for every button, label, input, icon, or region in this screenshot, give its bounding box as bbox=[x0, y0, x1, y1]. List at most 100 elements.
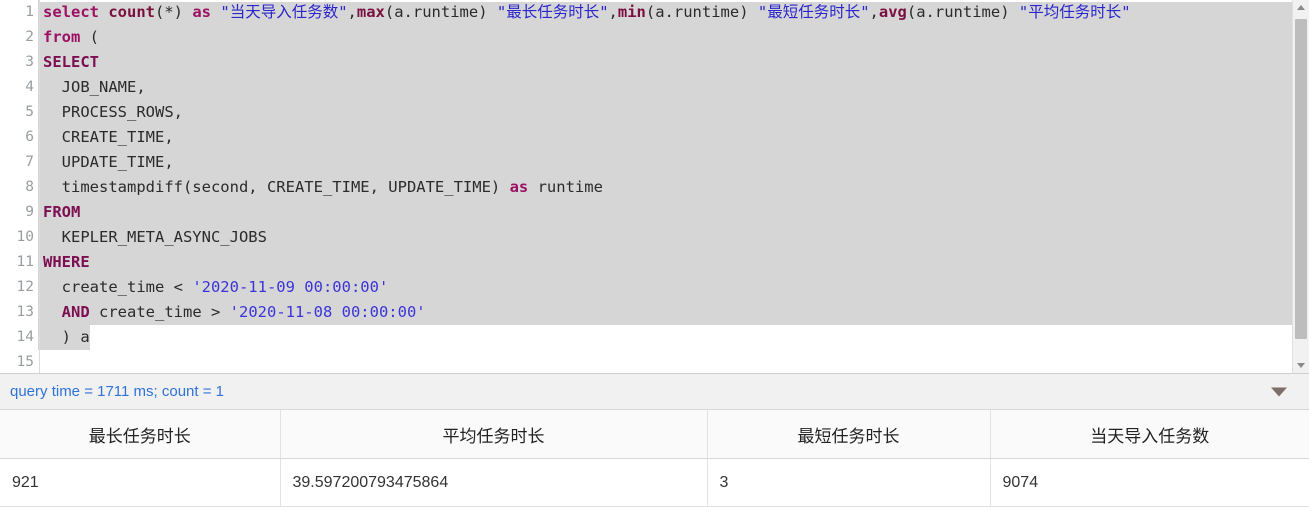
code-line-text[interactable]: WHERE bbox=[38, 250, 1309, 275]
code-token: FROM bbox=[43, 203, 81, 221]
code-token: JOB_NAME, bbox=[43, 78, 146, 96]
code-token: count bbox=[108, 3, 156, 21]
line-number: 15 bbox=[16, 354, 34, 370]
code-line[interactable]: 2 from ( bbox=[0, 25, 1309, 50]
code-token: max bbox=[356, 3, 385, 21]
code-token: '2020-11-09 00:00:00' bbox=[192, 278, 389, 296]
code-line[interactable]: 7 UPDATE_TIME, bbox=[0, 150, 1309, 175]
code-line-text[interactable]: UPDATE_TIME, bbox=[38, 150, 1309, 175]
editor-vertical-scrollbar[interactable] bbox=[1292, 0, 1309, 373]
code-line-text[interactable] bbox=[38, 350, 52, 373]
result-table-body: 921 39.597200793475864 3 9074 bbox=[0, 458, 1309, 507]
code-line-text[interactable]: KEPLER_META_ASYNC_JOBS bbox=[38, 225, 1309, 250]
code-line-text[interactable]: timestampdiff(second, CREATE_TIME, UPDAT… bbox=[38, 175, 1309, 200]
scroll-down-arrow-icon[interactable] bbox=[1293, 357, 1309, 373]
code-line-text[interactable]: create_time < '2020-11-09 00:00:00' bbox=[38, 275, 1309, 300]
code-line-text[interactable]: JOB_NAME, bbox=[38, 75, 1309, 100]
code-token: runtime bbox=[528, 178, 603, 196]
code-line-text[interactable]: ) a bbox=[38, 325, 90, 350]
code-line[interactable]: 11 WHERE bbox=[0, 250, 1309, 275]
table-header-row: 最长任务时长 平均任务时长 最短任务时长 当天导入任务数 bbox=[0, 410, 1309, 459]
code-token: timestampdiff(second, CREATE_TIME, UPDAT… bbox=[43, 178, 510, 196]
line-number: 10 bbox=[16, 229, 34, 245]
sql-editor[interactable]: 1 select count (*) as "当天导入任务数", max (a.runt… bbox=[0, 0, 1309, 374]
code-token: '2020-11-08 00:00:00' bbox=[229, 303, 426, 321]
code-token: , bbox=[869, 3, 879, 21]
table-cell[interactable]: 9074 bbox=[990, 458, 1309, 507]
line-number: 12 bbox=[16, 279, 34, 295]
code-token: "最长任务时长" bbox=[496, 3, 609, 21]
code-token: create_time > bbox=[89, 303, 230, 321]
code-line[interactable]: 12 create_time < '2020-11-09 00:00:00' bbox=[0, 275, 1309, 300]
table-cell[interactable]: 39.597200793475864 bbox=[280, 458, 708, 507]
column-header[interactable]: 最长任务时长 bbox=[0, 410, 281, 459]
code-line[interactable]: 10 KEPLER_META_ASYNC_JOBS bbox=[0, 225, 1309, 250]
code-token: WHERE bbox=[43, 253, 90, 271]
code-token: , bbox=[608, 3, 618, 21]
code-line-text[interactable]: CREATE_TIME, bbox=[38, 125, 1309, 150]
result-table-head: 最长任务时长 平均任务时长 最短任务时长 当天导入任务数 bbox=[0, 410, 1309, 459]
code-token: CREATE_TIME, bbox=[43, 128, 174, 146]
line-number: 5 bbox=[25, 104, 34, 120]
line-number: 9 bbox=[25, 204, 34, 220]
line-number: 6 bbox=[25, 129, 34, 145]
code-line[interactable]: 6 CREATE_TIME, bbox=[0, 125, 1309, 150]
code-token: PROCESS_ROWS, bbox=[43, 103, 183, 121]
code-line-text[interactable]: PROCESS_ROWS, bbox=[38, 100, 1309, 125]
column-header[interactable]: 平均任务时长 bbox=[280, 410, 708, 459]
code-line[interactable]: 8 timestampdiff(second, CREATE_TIME, UPD… bbox=[0, 175, 1309, 200]
line-number: 1 bbox=[25, 4, 34, 20]
table-cell[interactable]: 3 bbox=[707, 458, 991, 507]
code-line[interactable]: 1 select count (*) as "当天导入任务数", max (a.runt… bbox=[0, 0, 1309, 25]
query-status-bar: query time = 1711 ms; count = 1 bbox=[0, 374, 1309, 410]
editor-top-strip bbox=[40, 0, 1292, 2]
scroll-up-arrow-icon[interactable] bbox=[1293, 0, 1309, 16]
chevron-down-icon[interactable] bbox=[1271, 387, 1287, 396]
code-token: "当天导入任务数" bbox=[220, 3, 348, 21]
table-cell[interactable]: 921 bbox=[0, 458, 281, 507]
scrollbar-thumb[interactable] bbox=[1295, 19, 1307, 339]
code-line-text[interactable]: from ( bbox=[38, 25, 1309, 50]
code-line-text[interactable]: select count (*) as "当天导入任务数", max (a.runti… bbox=[38, 0, 1309, 25]
gutter-divider bbox=[39, 0, 40, 373]
code-token: UPDATE_TIME, bbox=[43, 153, 174, 171]
code-line[interactable]: 13 AND create_time > '2020-11-08 00:00:0… bbox=[0, 300, 1309, 325]
code-line-text[interactable]: FROM bbox=[38, 200, 1309, 225]
code-token: AND bbox=[61, 303, 90, 321]
result-panel: 最长任务时长 平均任务时长 最短任务时长 当天导入任务数 921 39.59720079… bbox=[0, 410, 1309, 516]
line-number: 13 bbox=[16, 304, 34, 320]
code-token: avg bbox=[878, 3, 907, 21]
code-token: SELECT bbox=[43, 53, 99, 71]
code-line[interactable]: 9 FROM bbox=[0, 200, 1309, 225]
line-number: 11 bbox=[16, 254, 34, 270]
code-token: as bbox=[509, 178, 529, 196]
code-line[interactable]: 3 SELECT bbox=[0, 50, 1309, 75]
code-token: create_time < bbox=[43, 278, 193, 296]
code-token: as bbox=[192, 3, 212, 21]
code-token: (a.runtime) bbox=[645, 3, 758, 21]
column-header[interactable]: 最短任务时长 bbox=[707, 410, 991, 459]
code-line-text[interactable]: AND create_time > '2020-11-08 00:00:00' bbox=[38, 300, 1309, 325]
code-token: (a.runtime) bbox=[384, 3, 497, 21]
editor-scroll-area[interactable]: 1 select count (*) as "当天导入任务数", max (a.runt… bbox=[0, 0, 1309, 373]
line-number: 8 bbox=[25, 179, 34, 195]
code-line[interactable]: 5 PROCESS_ROWS, bbox=[0, 100, 1309, 125]
line-number: 4 bbox=[25, 79, 34, 95]
code-token: select bbox=[43, 3, 99, 21]
code-line[interactable]: 15 bbox=[0, 350, 1309, 373]
code-line[interactable]: 4 JOB_NAME, bbox=[0, 75, 1309, 100]
code-token: (*) bbox=[155, 3, 193, 21]
line-number: 7 bbox=[25, 154, 34, 170]
table-row[interactable]: 921 39.597200793475864 3 9074 bbox=[0, 458, 1309, 507]
code-token: , bbox=[347, 3, 357, 21]
code-token: min bbox=[617, 3, 646, 21]
code-line-text[interactable]: SELECT bbox=[38, 50, 1309, 75]
line-number: 3 bbox=[25, 54, 34, 70]
code-line[interactable]: 14 ) a bbox=[0, 325, 1309, 350]
code-token: KEPLER_META_ASYNC_JOBS bbox=[43, 228, 267, 246]
column-header[interactable]: 当天导入任务数 bbox=[990, 410, 1309, 459]
line-number: 2 bbox=[25, 29, 34, 45]
code-content[interactable]: 1 select count (*) as "当天导入任务数", max (a.runt… bbox=[0, 0, 1309, 373]
